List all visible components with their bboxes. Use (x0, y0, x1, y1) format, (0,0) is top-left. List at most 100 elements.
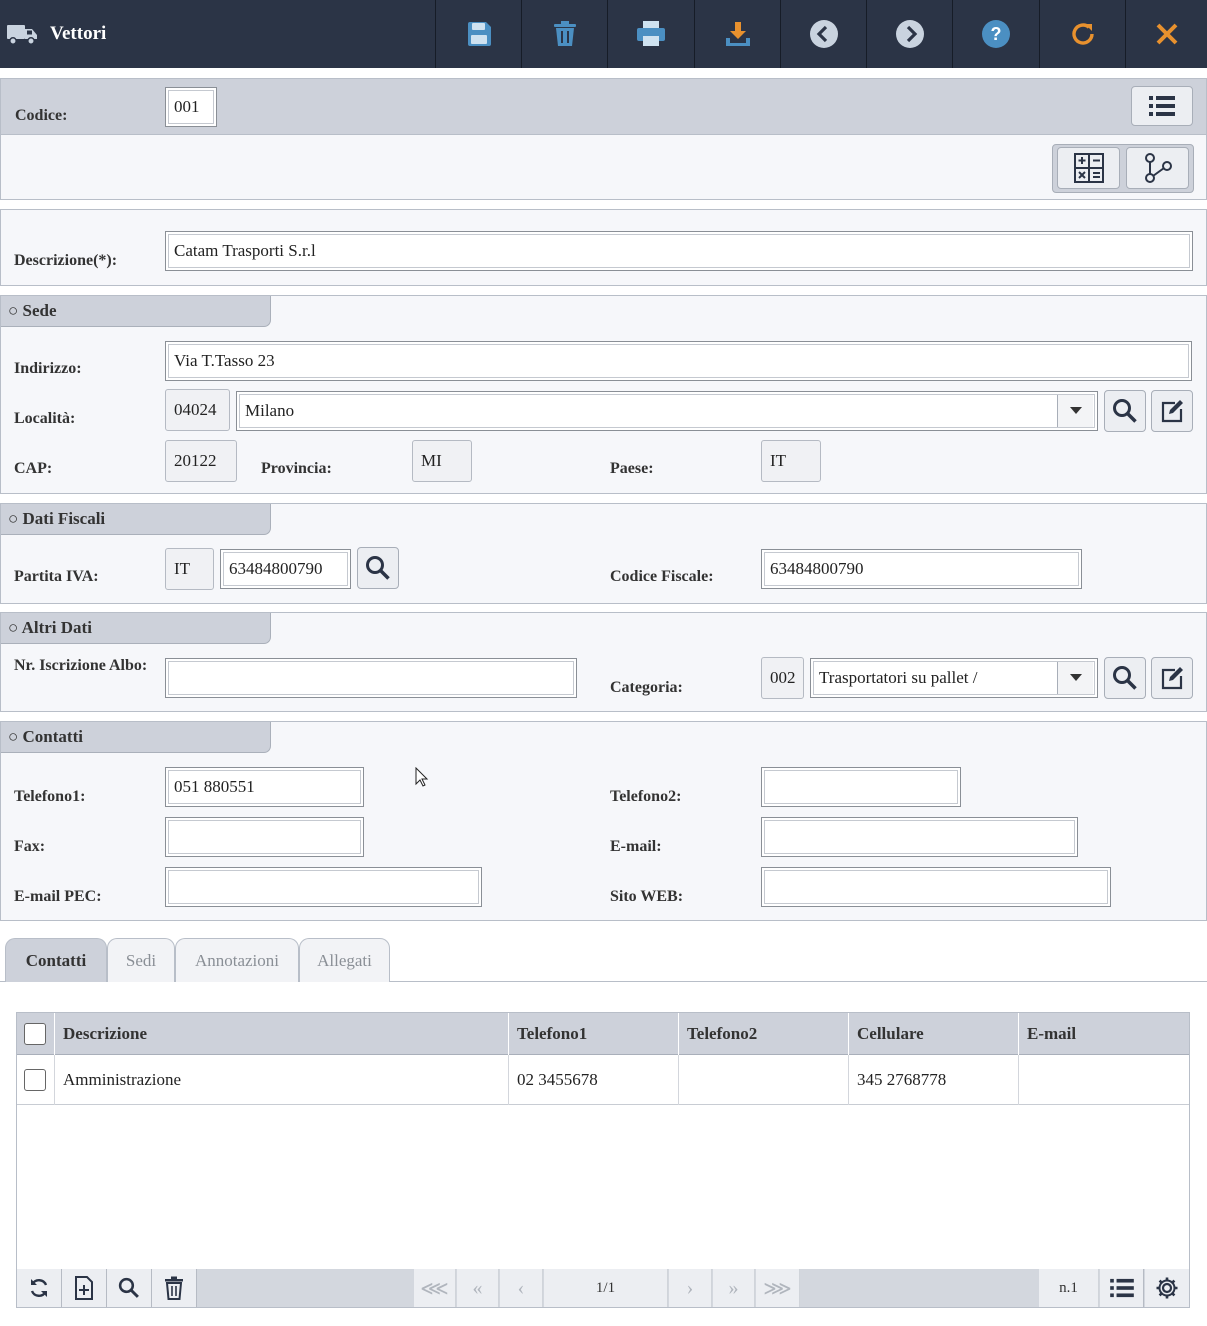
grid-header: Descrizione Telefono1 Telefono2 Cellular… (17, 1013, 1189, 1055)
categoria-value: Trasportatori su pallet / (819, 668, 978, 687)
altri-dati-panel: ○ Altri Dati Nr. Iscrizione Albo: Catego… (0, 612, 1207, 712)
grid-pager: ⋘ « ‹ 1/1 › » ⋙ n.1 (17, 1269, 1189, 1307)
close-button[interactable] (1125, 0, 1207, 68)
save-icon (467, 22, 491, 46)
column-telefono2[interactable]: Telefono2 (679, 1013, 849, 1055)
contatti-section-header[interactable]: ○ Contatti (1, 722, 271, 753)
dati-fiscali-section-header[interactable]: ○ Dati Fiscali (1, 504, 271, 535)
record-count: n.1 (1039, 1269, 1099, 1307)
descrizione-field[interactable]: Catam Trasporti S.r.l (165, 231, 1193, 271)
add-document-icon (75, 1276, 93, 1300)
categoria-select[interactable]: Trasportatori su pallet / (810, 658, 1098, 698)
refresh-button[interactable] (1039, 0, 1125, 68)
descrizione-label: Descrizione(*): (14, 252, 118, 269)
grid-add-button[interactable] (62, 1269, 107, 1307)
fax-label: Fax: (14, 838, 46, 855)
help-icon: ? (981, 20, 1010, 48)
codice-field[interactable]: 001 (165, 87, 217, 127)
localita-search-button[interactable] (1104, 390, 1146, 432)
categoria-dropdown-toggle[interactable] (1057, 662, 1093, 694)
table-row[interactable]: Amministrazione 02 3455678 345 2768778 (17, 1055, 1189, 1105)
next-page-fast-button[interactable]: » (713, 1269, 755, 1307)
sede-panel: ○ Sede Indirizzo: Via T.Tasso 23 Localit… (0, 295, 1207, 494)
tab-sedi[interactable]: Sedi (107, 938, 175, 982)
localita-value: Milano (245, 401, 295, 420)
categoria-search-button[interactable] (1104, 657, 1146, 699)
telefono1-field[interactable]: 051 880551 (165, 767, 364, 807)
gear-icon (1156, 1277, 1178, 1299)
select-all-checkbox[interactable] (24, 1023, 46, 1045)
list-icon (1149, 96, 1175, 116)
partita-iva-field[interactable]: 63484800790 (220, 549, 351, 589)
sito-web-field[interactable] (761, 867, 1111, 907)
grid-refresh-button[interactable] (17, 1269, 62, 1307)
indirizzo-label: Indirizzo: (14, 360, 82, 377)
hierarchy-icon (1144, 153, 1172, 183)
grid-columns-button[interactable] (1100, 1269, 1144, 1307)
grid-search-button[interactable] (107, 1269, 152, 1307)
cell-cellulare: 345 2768778 (849, 1055, 1019, 1105)
localita-edit-button[interactable] (1151, 390, 1193, 432)
next-record-button[interactable] (866, 0, 952, 68)
dati-fiscali-panel: ○ Dati Fiscali Partita IVA: IT 634848007… (0, 503, 1207, 604)
page-indicator: 1/1 (544, 1269, 668, 1307)
list-button[interactable] (1131, 86, 1193, 126)
help-button[interactable]: ? (952, 0, 1038, 68)
provincia-label: Provincia: (261, 460, 332, 477)
column-descrizione[interactable]: Descrizione (55, 1013, 509, 1055)
chevron-down-icon (1069, 407, 1082, 414)
paese-field: IT (761, 440, 821, 482)
partita-iva-search-button[interactable] (357, 547, 399, 589)
tree-button[interactable] (1126, 147, 1189, 189)
save-button[interactable] (435, 0, 521, 68)
cap-field: 20122 (165, 440, 237, 482)
tab-annotazioni[interactable]: Annotazioni (175, 938, 299, 982)
search-icon (118, 1277, 139, 1298)
codice-fiscale-field[interactable]: 63484800790 (761, 549, 1082, 589)
email-pec-field[interactable] (165, 867, 482, 907)
next-page-button[interactable]: › (669, 1269, 712, 1307)
previous-record-button[interactable] (780, 0, 866, 68)
first-page-button[interactable]: ⋘ (414, 1269, 456, 1307)
email-field[interactable] (761, 817, 1078, 857)
altri-dati-section-header[interactable]: ○ Altri Dati (1, 613, 271, 644)
codice-label: Codice: (15, 107, 68, 124)
previous-page-button[interactable]: ‹ (500, 1269, 543, 1307)
localita-select[interactable]: Milano (236, 391, 1098, 431)
column-cellulare[interactable]: Cellulare (849, 1013, 1019, 1055)
print-button[interactable] (607, 0, 693, 68)
cell-email (1019, 1055, 1189, 1105)
categoria-edit-button[interactable] (1151, 657, 1193, 699)
column-email[interactable]: E-mail (1019, 1013, 1189, 1055)
categoria-label: Categoria: (610, 679, 683, 696)
grid-delete-button[interactable] (152, 1269, 197, 1307)
telefono2-field[interactable] (761, 767, 961, 807)
download-button[interactable] (694, 0, 780, 68)
partita-iva-country: IT (165, 548, 214, 590)
telefono1-label: Telefono1: (14, 788, 86, 805)
close-icon (1156, 23, 1177, 45)
sede-section-header[interactable]: ○ Sede (1, 296, 271, 327)
tab-contatti[interactable]: Contatti (5, 938, 107, 982)
window-title: Vettori (50, 23, 107, 44)
column-telefono1[interactable]: Telefono1 (509, 1013, 679, 1055)
grid-settings-button[interactable] (1145, 1269, 1189, 1307)
iscrizione-albo-field[interactable] (165, 658, 577, 698)
tab-allegati[interactable]: Allegati (299, 938, 390, 982)
previous-page-fast-button[interactable]: « (457, 1269, 499, 1307)
last-page-button[interactable]: ⋙ (756, 1269, 800, 1307)
row-checkbox[interactable] (24, 1069, 46, 1091)
descrizione-panel: Descrizione(*): Catam Trasporti S.r.l (0, 209, 1207, 286)
calculator-button[interactable] (1057, 147, 1120, 189)
fax-field[interactable] (165, 817, 364, 857)
download-icon (725, 22, 750, 46)
indirizzo-field[interactable]: Via T.Tasso 23 (165, 341, 1192, 381)
localita-dropdown-toggle[interactable] (1057, 395, 1093, 427)
email-label: E-mail: (610, 838, 662, 855)
select-all-cell (17, 1013, 55, 1055)
categoria-code: 002 (761, 657, 804, 699)
search-icon (366, 556, 390, 580)
search-icon (1113, 666, 1137, 690)
delete-button[interactable] (521, 0, 607, 68)
codice-fiscale-label: Codice Fiscale: (610, 568, 714, 585)
